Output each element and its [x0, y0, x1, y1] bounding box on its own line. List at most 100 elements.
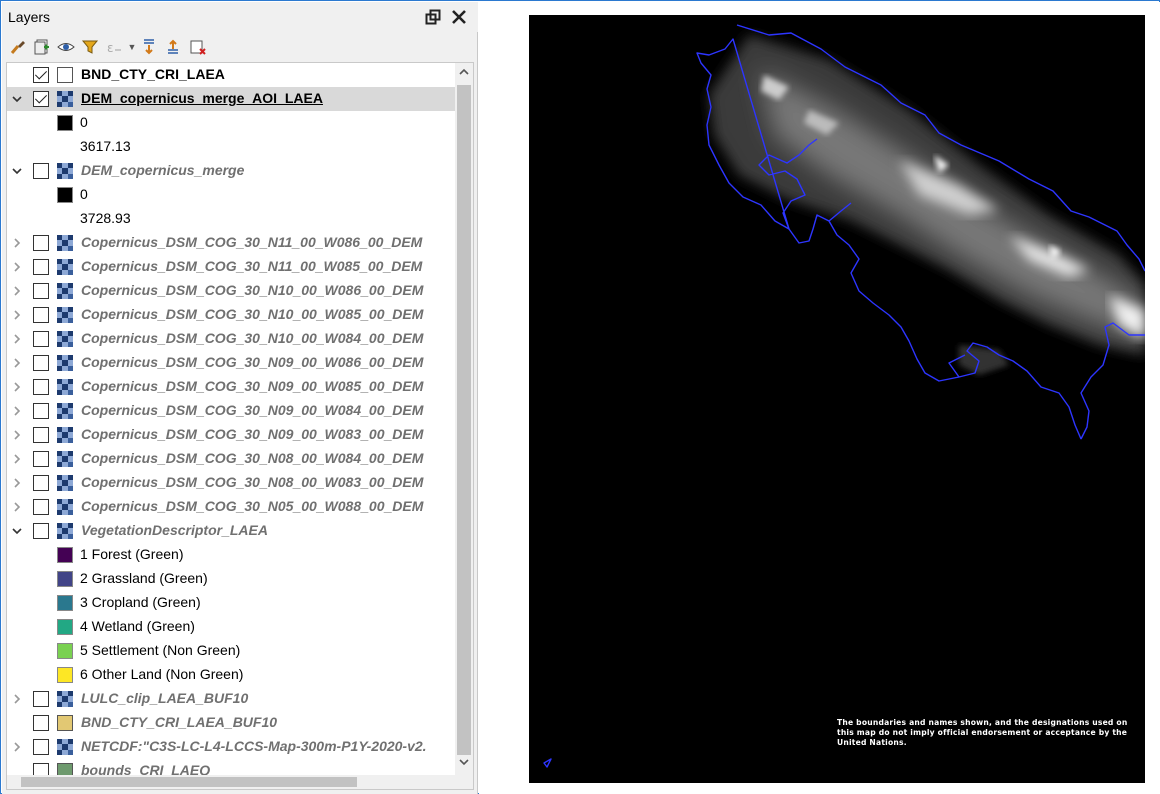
- layer-name[interactable]: DEM_copernicus_merge: [81, 162, 244, 178]
- layer-visibility-checkbox[interactable]: [33, 67, 49, 83]
- chevron-right-icon[interactable]: [11, 309, 23, 321]
- expression-filter-button[interactable]: ε: [103, 36, 125, 58]
- layer-row[interactable]: Copernicus_DSM_COG_30_N10_00_W085_00_DEM: [7, 303, 455, 327]
- layer-visibility-checkbox[interactable]: [33, 379, 49, 395]
- collapse-all-button[interactable]: [163, 36, 185, 58]
- layer-name[interactable]: VegetationDescriptor_LAEA: [81, 522, 268, 538]
- chevron-right-icon[interactable]: [11, 381, 23, 393]
- layer-name[interactable]: Copernicus_DSM_COG_30_N09_00_W083_00_DEM: [81, 426, 423, 442]
- layer-row[interactable]: DEM_copernicus_merge_AOI_LAEA: [7, 87, 455, 111]
- layer-name[interactable]: BND_CTY_CRI_LAEA: [81, 66, 225, 82]
- vertical-scrollbar[interactable]: [455, 63, 473, 775]
- layer-visibility-checkbox[interactable]: [33, 523, 49, 539]
- layer-row[interactable]: LULC_clip_LAEA_BUF10: [7, 687, 455, 711]
- layer-name[interactable]: Copernicus_DSM_COG_30_N10_00_W085_00_DEM: [81, 306, 423, 322]
- chevron-right-icon[interactable]: [11, 261, 23, 273]
- close-panel-button[interactable]: [448, 6, 470, 28]
- layer-row[interactable]: Copernicus_DSM_COG_30_N09_00_W086_00_DEM: [7, 351, 455, 375]
- layer-row[interactable]: Copernicus_DSM_COG_30_N09_00_W085_00_DEM: [7, 375, 455, 399]
- layer-visibility-checkbox[interactable]: [33, 91, 49, 107]
- close-icon: [452, 10, 466, 24]
- layer-name[interactable]: Copernicus_DSM_COG_30_N10_00_W084_00_DEM: [81, 330, 423, 346]
- raster-icon: [57, 451, 73, 467]
- chevron-right-icon[interactable]: [11, 453, 23, 465]
- layer-name[interactable]: Copernicus_DSM_COG_30_N10_00_W086_00_DEM: [81, 282, 423, 298]
- float-panel-button[interactable]: [422, 6, 444, 28]
- layer-visibility-checkbox[interactable]: [33, 475, 49, 491]
- layer-visibility-checkbox[interactable]: [33, 331, 49, 347]
- add-group-button[interactable]: [31, 36, 53, 58]
- layer-name[interactable]: Copernicus_DSM_COG_30_N09_00_W085_00_DEM: [81, 378, 423, 394]
- chevron-right-icon[interactable]: [11, 477, 23, 489]
- layer-row[interactable]: VegetationDescriptor_LAEA: [7, 519, 455, 543]
- layer-visibility-checkbox[interactable]: [33, 451, 49, 467]
- layer-row[interactable]: Copernicus_DSM_COG_30_N09_00_W084_00_DEM: [7, 399, 455, 423]
- chevron-up-icon[interactable]: [458, 67, 470, 77]
- chevron-down-icon[interactable]: [458, 757, 470, 767]
- expand-all-button[interactable]: [139, 36, 161, 58]
- layer-row[interactable]: BND_CTY_CRI_LAEA: [7, 63, 455, 87]
- layer-name[interactable]: Copernicus_DSM_COG_30_N08_00_W083_00_DEM: [81, 474, 423, 490]
- chevron-down-icon[interactable]: [11, 525, 23, 537]
- layer-visibility-checkbox[interactable]: [33, 715, 49, 731]
- horizontal-scrollbar[interactable]: [7, 775, 473, 789]
- chevron-right-icon[interactable]: [11, 237, 23, 249]
- raster-icon: [57, 403, 73, 419]
- layer-name[interactable]: Copernicus_DSM_COG_30_N09_00_W084_00_DEM: [81, 402, 423, 418]
- layer-name[interactable]: DEM_copernicus_merge_AOI_LAEA: [81, 90, 323, 106]
- chevron-right-icon[interactable]: [11, 741, 23, 753]
- chevron-right-icon[interactable]: [11, 333, 23, 345]
- layer-row[interactable]: Copernicus_DSM_COG_30_N05_00_W088_00_DEM: [7, 495, 455, 519]
- layer-name[interactable]: Copernicus_DSM_COG_30_N05_00_W088_00_DEM: [81, 498, 423, 514]
- layer-visibility-checkbox[interactable]: [33, 691, 49, 707]
- layer-visibility-checkbox[interactable]: [33, 283, 49, 299]
- filter-legend-button[interactable]: [79, 36, 101, 58]
- chevron-right-icon[interactable]: [11, 285, 23, 297]
- layer-name[interactable]: Copernicus_DSM_COG_30_N11_00_W085_00_DEM: [81, 258, 422, 274]
- layer-tree: BND_CTY_CRI_LAEA DEM_copernicus_merge_AOI…: [6, 62, 474, 790]
- horizontal-scroll-thumb[interactable]: [21, 777, 357, 787]
- chevron-right-icon[interactable]: [11, 405, 23, 417]
- remove-layer-button[interactable]: [187, 36, 209, 58]
- layer-row[interactable]: BND_CTY_CRI_LAEA_BUF10: [7, 711, 455, 735]
- layer-name[interactable]: Copernicus_DSM_COG_30_N08_00_W084_00_DEM: [81, 450, 423, 466]
- chevron-down-icon[interactable]: [11, 93, 23, 105]
- layer-name[interactable]: LULC_clip_LAEA_BUF10: [81, 690, 248, 706]
- layer-visibility-checkbox[interactable]: [33, 235, 49, 251]
- style-manager-button[interactable]: [7, 36, 29, 58]
- layer-name[interactable]: NETCDF:"C3S-LC-L4-LCCS-Map-300m-P1Y-2020…: [81, 738, 427, 754]
- float-icon: [425, 9, 441, 25]
- map-canvas[interactable]: The boundaries and names shown, and the …: [529, 15, 1145, 783]
- chevron-right-icon[interactable]: [11, 429, 23, 441]
- layer-row[interactable]: NETCDF:"C3S-LC-L4-LCCS-Map-300m-P1Y-2020…: [7, 735, 455, 759]
- chevron-right-icon[interactable]: [11, 501, 23, 513]
- chevron-down-icon[interactable]: ▼: [127, 42, 137, 52]
- layer-visibility-checkbox[interactable]: [33, 259, 49, 275]
- layer-visibility-checkbox[interactable]: [33, 403, 49, 419]
- layer-visibility-checkbox[interactable]: [33, 355, 49, 371]
- legend-item: 1 Forest (Green): [7, 543, 455, 567]
- vertical-scroll-thumb[interactable]: [457, 85, 471, 755]
- chevron-right-icon[interactable]: [11, 693, 23, 705]
- chevron-down-icon[interactable]: [11, 165, 23, 177]
- layer-visibility-checkbox[interactable]: [33, 163, 49, 179]
- layer-row[interactable]: Copernicus_DSM_COG_30_N11_00_W086_00_DEM: [7, 231, 455, 255]
- layer-visibility-checkbox[interactable]: [33, 739, 49, 755]
- manage-visibility-button[interactable]: [55, 36, 77, 58]
- layer-row[interactable]: Copernicus_DSM_COG_30_N08_00_W083_00_DEM: [7, 471, 455, 495]
- layer-visibility-checkbox[interactable]: [33, 427, 49, 443]
- raster-icon: [57, 163, 73, 179]
- layer-row[interactable]: Copernicus_DSM_COG_30_N09_00_W083_00_DEM: [7, 423, 455, 447]
- layer-name[interactable]: BND_CTY_CRI_LAEA_BUF10: [81, 714, 277, 730]
- layer-row[interactable]: Copernicus_DSM_COG_30_N10_00_W086_00_DEM: [7, 279, 455, 303]
- chevron-right-icon[interactable]: [11, 357, 23, 369]
- layer-name[interactable]: Copernicus_DSM_COG_30_N11_00_W086_00_DEM: [81, 234, 422, 250]
- layer-row[interactable]: Copernicus_DSM_COG_30_N08_00_W084_00_DEM: [7, 447, 455, 471]
- layer-row[interactable]: DEM_copernicus_merge: [7, 159, 455, 183]
- layer-visibility-checkbox[interactable]: [33, 307, 49, 323]
- layer-row[interactable]: Copernicus_DSM_COG_30_N10_00_W084_00_DEM: [7, 327, 455, 351]
- legend-label: 2 Grassland (Green): [80, 570, 208, 586]
- layer-visibility-checkbox[interactable]: [33, 499, 49, 515]
- layer-name[interactable]: Copernicus_DSM_COG_30_N09_00_W086_00_DEM: [81, 354, 423, 370]
- layer-row[interactable]: Copernicus_DSM_COG_30_N11_00_W085_00_DEM: [7, 255, 455, 279]
